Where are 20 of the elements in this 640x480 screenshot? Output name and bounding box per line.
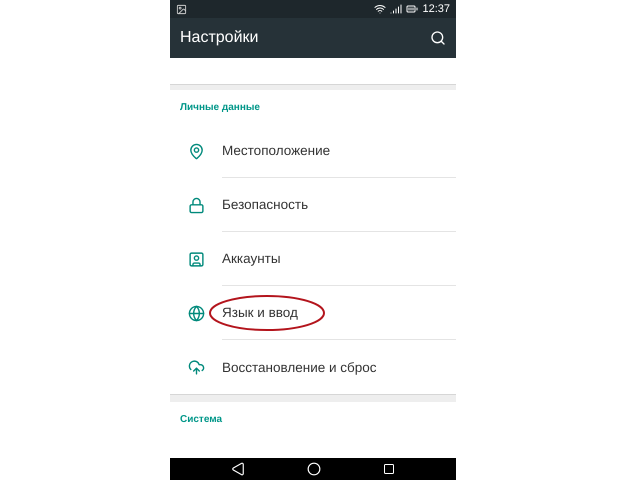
signal-icon bbox=[390, 3, 402, 15]
toolbar-title: Настройки bbox=[180, 29, 258, 47]
lock-icon bbox=[188, 196, 204, 214]
account-icon bbox=[188, 250, 204, 268]
cloud-upload-icon bbox=[188, 358, 204, 376]
recents-icon[interactable] bbox=[383, 463, 395, 475]
home-icon[interactable] bbox=[307, 462, 321, 476]
battery-icon bbox=[406, 3, 418, 15]
settings-item[interactable]: Безопасность bbox=[222, 197, 308, 212]
back-icon[interactable] bbox=[231, 462, 245, 476]
section-header: Личные данные bbox=[180, 102, 260, 112]
settings-item[interactable]: Аккаунты bbox=[222, 251, 281, 266]
location-pin-icon bbox=[188, 142, 204, 160]
status-time: 12:37 bbox=[422, 3, 450, 15]
settings-item[interactable]: Местоположение bbox=[222, 143, 330, 158]
globe-icon bbox=[188, 304, 204, 322]
section-header: Система bbox=[180, 414, 222, 424]
settings-item[interactable]: Восстановление и сброс bbox=[222, 360, 377, 374]
image-icon bbox=[176, 4, 187, 14]
search-icon[interactable] bbox=[430, 30, 446, 46]
